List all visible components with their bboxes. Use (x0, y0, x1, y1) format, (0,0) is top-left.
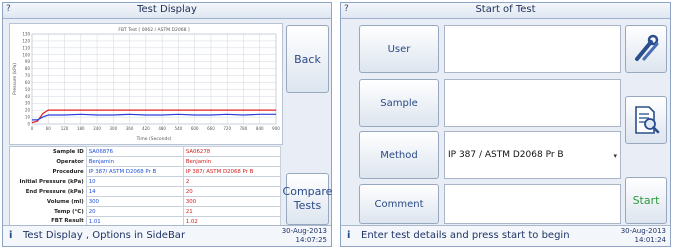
results-table: Sample ID SA06876 SA06278 Operator Benjamin B… (9, 146, 282, 227)
row-label: Procedure (52, 168, 84, 175)
x-tick-label: 60 (46, 126, 52, 131)
sample-button[interactable]: Sample (359, 79, 439, 127)
back-button[interactable]: Back (286, 25, 329, 93)
x-tick-label: 720 (223, 126, 231, 131)
wrench-screwdriver-icon (635, 34, 659, 61)
y-tick-label: 70 (25, 73, 31, 78)
method-select[interactable]: IP 387 / ASTM D2068 Pr B ▾ (444, 131, 621, 179)
y-axis-label: Pressure (kPa) (12, 63, 18, 95)
test-a-value: 14 (85, 186, 184, 197)
y-tick-label: 130 (22, 32, 30, 37)
table-row: End Pressure (kPa) 14 20 (10, 186, 282, 197)
x-axis-label: Time (Seconds) (136, 136, 172, 142)
table-row: Temp (°C) 20 21 (10, 206, 282, 217)
test-b-value: 2 (182, 176, 282, 187)
start-of-test-panel: ? Start of Test User Sample Method IP 38… (340, 2, 671, 247)
y-tick-label: 80 (25, 66, 31, 71)
test-b-value: SA06278 (182, 146, 282, 157)
y-tick-label: 120 (22, 38, 30, 43)
status-bar: i Enter test details and press start to … (341, 225, 670, 246)
comment-button[interactable]: Comment (359, 184, 439, 224)
title-bar: ? Test Display (3, 3, 331, 19)
status-message: Test Display , Options in SideBar (23, 230, 186, 241)
x-tick-label: 600 (191, 126, 199, 131)
x-tick-label: 120 (61, 126, 69, 131)
status-time: 14:07:25 (295, 236, 327, 244)
y-tick-label: 40 (25, 94, 31, 99)
row-label: Temp (°C) (54, 208, 84, 215)
status-datetime: 30-Aug-2013 14:07:25 (282, 227, 327, 245)
table-row: Volume (ml) 300 300 (10, 196, 282, 207)
comment-field[interactable] (444, 184, 621, 224)
y-tick-label: 100 (22, 52, 30, 57)
test-a-value: IP 387/ ASTM D2068 Pr B (85, 166, 184, 177)
y-tick-label: 30 (25, 101, 31, 106)
dropdown-marker-icon: ▾ (613, 152, 617, 160)
status-date: 30-Aug-2013 (281, 227, 327, 235)
test-a-value: SA06876 (85, 146, 184, 157)
window-title: Test Display (137, 4, 197, 15)
x-tick-label: 360 (126, 126, 134, 131)
method-value: IP 387 / ASTM D2068 Pr B (448, 150, 564, 160)
info-icon: i (347, 230, 351, 241)
status-time: 14:01:24 (634, 236, 666, 244)
test-b-value: 20 (182, 186, 282, 197)
y-tick-label: 60 (25, 80, 31, 85)
tools-button[interactable] (625, 25, 667, 73)
x-tick-label: 180 (77, 126, 85, 131)
compare-tests-button[interactable]: Compare Tests (283, 173, 332, 225)
y-tick-label: 20 (25, 108, 31, 113)
x-tick-label: 540 (175, 126, 183, 131)
chart-svg: 0 60 120 180 240 300 360 420 480 540 600 660 720 780 8… (12, 27, 280, 142)
info-icon: i (9, 230, 13, 241)
y-tick-label: 10 (25, 115, 31, 120)
table-row: Sample ID SA06876 SA06278 (10, 146, 282, 157)
report-button[interactable] (625, 96, 667, 144)
pressure-chart: 0 60 120 180 240 300 360 420 480 540 600 660 720 780 8… (9, 23, 283, 145)
document-search-icon (635, 106, 660, 134)
x-tick-label: 420 (142, 126, 150, 131)
x-tick-label: 0 (31, 126, 34, 131)
status-date: 30-Aug-2013 (620, 227, 666, 235)
x-tick-label: 900 (272, 126, 280, 131)
user-button[interactable]: User (359, 25, 439, 73)
x-tick-label: 300 (110, 126, 118, 131)
y-tick-label: 110 (22, 45, 30, 50)
test-a-value: Benjamin (85, 156, 184, 167)
x-tick-label: 840 (256, 126, 264, 131)
test-display-panel: ? Test Display 0 60 120 180 240 300 360 420 480 5… (2, 2, 332, 247)
method-button[interactable]: Method (359, 131, 439, 179)
x-tick-label: 660 (207, 126, 215, 131)
x-tick-label: 480 (158, 126, 166, 131)
start-button[interactable]: Start (625, 177, 667, 224)
row-label: Sample ID (52, 148, 84, 155)
test-b-value: 300 (182, 196, 282, 207)
title-bar: ? Start of Test (341, 3, 670, 19)
test-a-value: 20 (85, 206, 184, 217)
chart-title: FBT Test [ 0062 / ASTM D2068 ] (118, 27, 190, 33)
test-a-value: 300 (85, 196, 184, 207)
row-label: Operator (56, 158, 84, 165)
status-bar: i Test Display , Options in SideBar 30-A… (3, 225, 331, 246)
status-datetime: 30-Aug-2013 14:01:24 (621, 227, 666, 245)
y-tick-label: 90 (25, 59, 31, 64)
row-label: Initial Pressure (kPa) (19, 178, 84, 185)
table-row: Procedure IP 387/ ASTM D2068 Pr B IP 387/ … (10, 166, 282, 177)
user-field[interactable] (444, 25, 621, 73)
y-tick-label: 50 (25, 87, 31, 92)
table-row: Initial Pressure (kPa) 10 2 (10, 176, 282, 187)
x-tick-label: 780 (240, 126, 248, 131)
test-b-value: 21 (182, 206, 282, 217)
test-b-value: Benjamin (182, 156, 282, 167)
table-row: Operator Benjamin Benjamin (10, 156, 282, 167)
test-b-value: IP 387/ ASTM D2068 Pr B (182, 166, 282, 177)
window-title: Start of Test (475, 4, 536, 15)
row-label: Volume (ml) (46, 198, 84, 205)
status-message: Enter test details and press start to be… (361, 230, 570, 241)
x-tick-label: 240 (93, 126, 101, 131)
sample-field[interactable] (444, 79, 621, 127)
test-a-value: 10 (85, 176, 184, 187)
row-label: End Pressure (kPa) (25, 188, 84, 195)
